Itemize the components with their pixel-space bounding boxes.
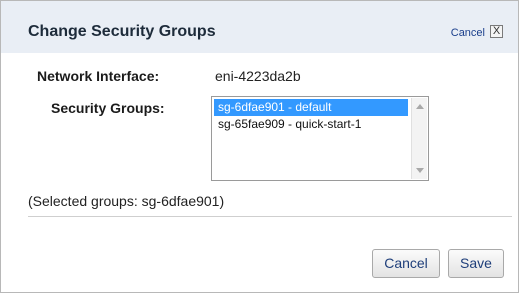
security-group-option[interactable]: sg-65fae909 - quick-start-1 [214,116,408,133]
change-security-groups-dialog: Change Security Groups Cancel X Network … [0,0,519,293]
security-group-option[interactable]: sg-6dfae901 - default [214,99,408,116]
selected-groups-summary: (Selected groups: sg-6dfae901) [28,193,225,209]
cancel-button[interactable]: Cancel [372,249,440,278]
security-groups-label: Security Groups: [51,100,165,116]
listbox-scrollbar[interactable] [411,98,427,179]
close-icon[interactable]: X [490,25,503,38]
chevron-up-icon[interactable] [416,104,424,109]
dialog-title: Change Security Groups [28,23,216,40]
network-interface-value: eni-4223da2b [215,68,301,84]
security-groups-listbox[interactable]: sg-6dfae901 - default sg-65fae909 - quic… [211,96,429,181]
save-button[interactable]: Save [448,249,504,278]
divider [28,216,512,217]
dialog-titlebar: Change Security Groups Cancel X [1,1,518,53]
chevron-down-icon[interactable] [416,168,424,173]
network-interface-label: Network Interface: [37,68,160,84]
cancel-link[interactable]: Cancel [451,27,485,39]
